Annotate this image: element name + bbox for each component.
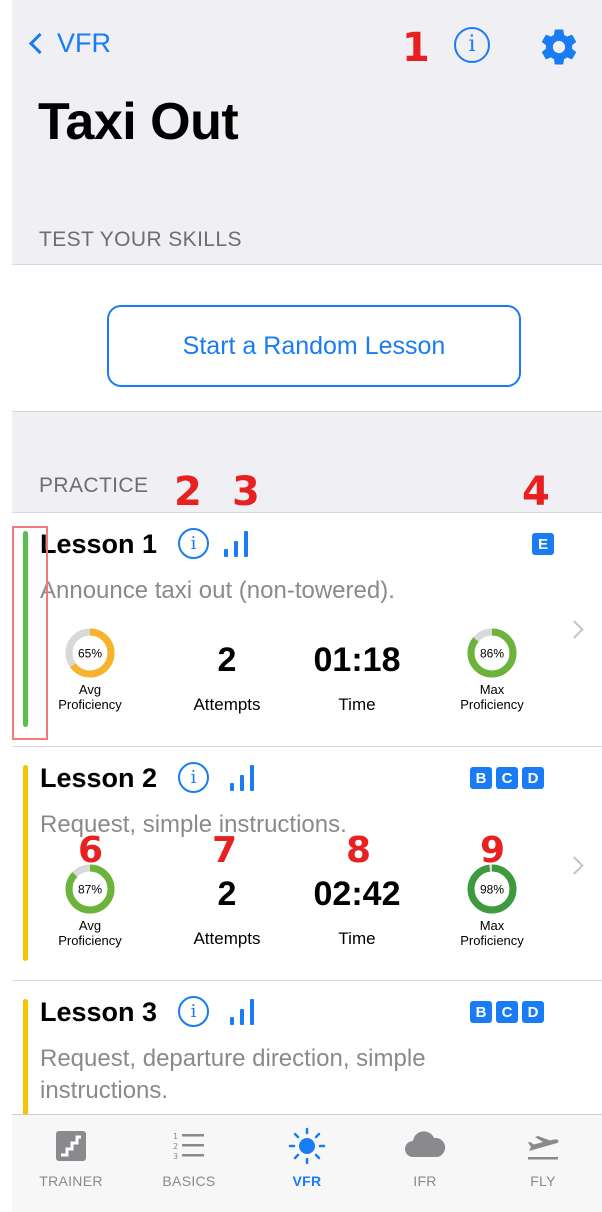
tab-label: IFR: [413, 1173, 437, 1189]
annotation-1: 1: [402, 25, 430, 71]
signal-bars-icon[interactable]: [230, 763, 260, 791]
time-stat: 01:18 Time: [292, 643, 422, 715]
attempts-value: 2: [217, 641, 237, 679]
attempts-stat: 2 Attempts: [172, 877, 282, 949]
lesson-title: Lesson 2: [40, 763, 158, 793]
chevron-left-icon: [28, 32, 51, 55]
plane-takeoff-icon: [528, 1136, 559, 1160]
tab-basics[interactable]: 1 2 3 BASICS: [130, 1115, 248, 1212]
svg-text:1: 1: [173, 1132, 178, 1141]
section-header-test: TEST YOUR SKILLS: [39, 228, 242, 251]
badge: B: [470, 767, 492, 789]
max-proficiency-label: Max Proficiency: [460, 682, 524, 712]
svg-text:3: 3: [173, 1152, 178, 1161]
back-label: VFR: [57, 28, 111, 58]
page-title: Taxi Out: [38, 93, 239, 151]
time-label: Time: [338, 929, 376, 948]
time-label: Time: [338, 695, 376, 714]
badge-group: E: [532, 533, 554, 555]
random-lesson-button[interactable]: Start a Random Lesson: [107, 305, 521, 387]
badge: C: [496, 1001, 518, 1023]
badge: E: [532, 533, 554, 555]
tab-trainer[interactable]: TRAINER: [12, 1115, 130, 1212]
highlight-annotation-box: [12, 526, 48, 740]
info-icon[interactable]: i: [454, 27, 490, 63]
tab-label: FLY: [530, 1173, 556, 1189]
ring-value: 86%: [480, 647, 504, 661]
badge-group: B C D: [470, 767, 544, 789]
attempts-label: Attempts: [193, 695, 261, 714]
attempts-value: 2: [217, 875, 237, 913]
avg-proficiency: 65% Avg Proficiency: [35, 626, 145, 712]
tab-ifr[interactable]: IFR: [366, 1115, 484, 1212]
attempts-stat: 2 Attempts: [172, 643, 282, 715]
sun-icon: [288, 1127, 326, 1165]
info-icon[interactable]: i: [178, 528, 209, 559]
ring-value: 87%: [78, 883, 102, 897]
gear-icon[interactable]: [538, 26, 580, 68]
tab-fly[interactable]: FLY: [484, 1115, 602, 1212]
lesson-description: Announce taxi out (non-towered).: [40, 577, 395, 604]
back-button[interactable]: VFR: [26, 28, 111, 59]
lesson-row-1[interactable]: Lesson 1 i E Announce taxi out (non-towe…: [12, 513, 602, 747]
time-stat: 02:42 Time: [292, 877, 422, 949]
annotation-6: 6: [78, 830, 104, 871]
max-proficiency: 86% Max Proficiency: [437, 626, 547, 712]
lesson-description: Request, departure direction, simple ins…: [40, 1045, 426, 1104]
chevron-right-icon: [565, 856, 584, 875]
max-proficiency-ring: 86%: [467, 628, 517, 678]
annotation-4: 4: [522, 469, 550, 515]
annotation-3: 3: [232, 469, 260, 515]
stairs-icon: [56, 1131, 86, 1161]
time-value: 01:18: [313, 641, 401, 679]
badge: D: [522, 767, 544, 789]
info-icon[interactable]: i: [178, 996, 209, 1027]
time-value: 02:42: [313, 875, 401, 913]
lesson-row-2[interactable]: Lesson 2 i B C D Request, simple instruc…: [12, 747, 602, 981]
signal-bars-icon[interactable]: [224, 529, 254, 557]
badge: D: [522, 1001, 544, 1023]
test-skills-card: Start a Random Lesson: [12, 264, 602, 412]
tab-label: BASICS: [162, 1173, 216, 1189]
avg-proficiency-ring: 65%: [65, 628, 115, 678]
annotation-2: 2: [174, 469, 202, 515]
annotation-7: 7: [212, 830, 238, 871]
lesson-title: Lesson 1: [40, 529, 158, 559]
avg-proficiency-label: Avg Proficiency: [58, 918, 122, 948]
lesson-list: Lesson 1 i E Announce taxi out (non-towe…: [12, 512, 602, 1117]
avg-proficiency: 87% Avg Proficiency: [35, 862, 145, 948]
section-header-practice: PRACTICE: [39, 474, 149, 497]
svg-text:2: 2: [173, 1142, 178, 1151]
info-icon[interactable]: i: [178, 762, 209, 793]
badge-group: B C D: [470, 1001, 544, 1023]
lesson-row-3[interactable]: Lesson 3 i B C D Request, departure dire…: [12, 981, 602, 1117]
tab-label: TRAINER: [39, 1173, 103, 1189]
chevron-right-icon: [565, 620, 584, 639]
list-icon: 1 2 3: [173, 1132, 204, 1161]
badge: C: [496, 767, 518, 789]
annotation-9: 9: [480, 830, 506, 871]
tab-vfr[interactable]: VFR: [248, 1115, 366, 1212]
signal-bars-icon[interactable]: [230, 997, 260, 1025]
badge: B: [470, 1001, 492, 1023]
progress-bar: [23, 999, 28, 1117]
attempts-label: Attempts: [193, 929, 261, 948]
tab-label: VFR: [292, 1173, 322, 1189]
max-proficiency: 98% Max Proficiency: [437, 862, 547, 948]
annotation-8: 8: [346, 830, 372, 871]
ring-value: 65%: [78, 647, 102, 661]
app-screen: VFR 1 i Taxi Out TEST YOUR SKILLS Start …: [12, 0, 602, 1212]
lesson-title: Lesson 3: [40, 997, 158, 1027]
ring-value: 98%: [480, 883, 504, 897]
cloud-icon: [405, 1131, 446, 1157]
avg-proficiency-label: Avg Proficiency: [58, 682, 122, 712]
max-proficiency-label: Max Proficiency: [460, 918, 524, 948]
progress-bar: [23, 765, 28, 961]
tab-bar: TRAINER 1 2 3 BASICS VFR IFR FLY: [12, 1114, 602, 1212]
